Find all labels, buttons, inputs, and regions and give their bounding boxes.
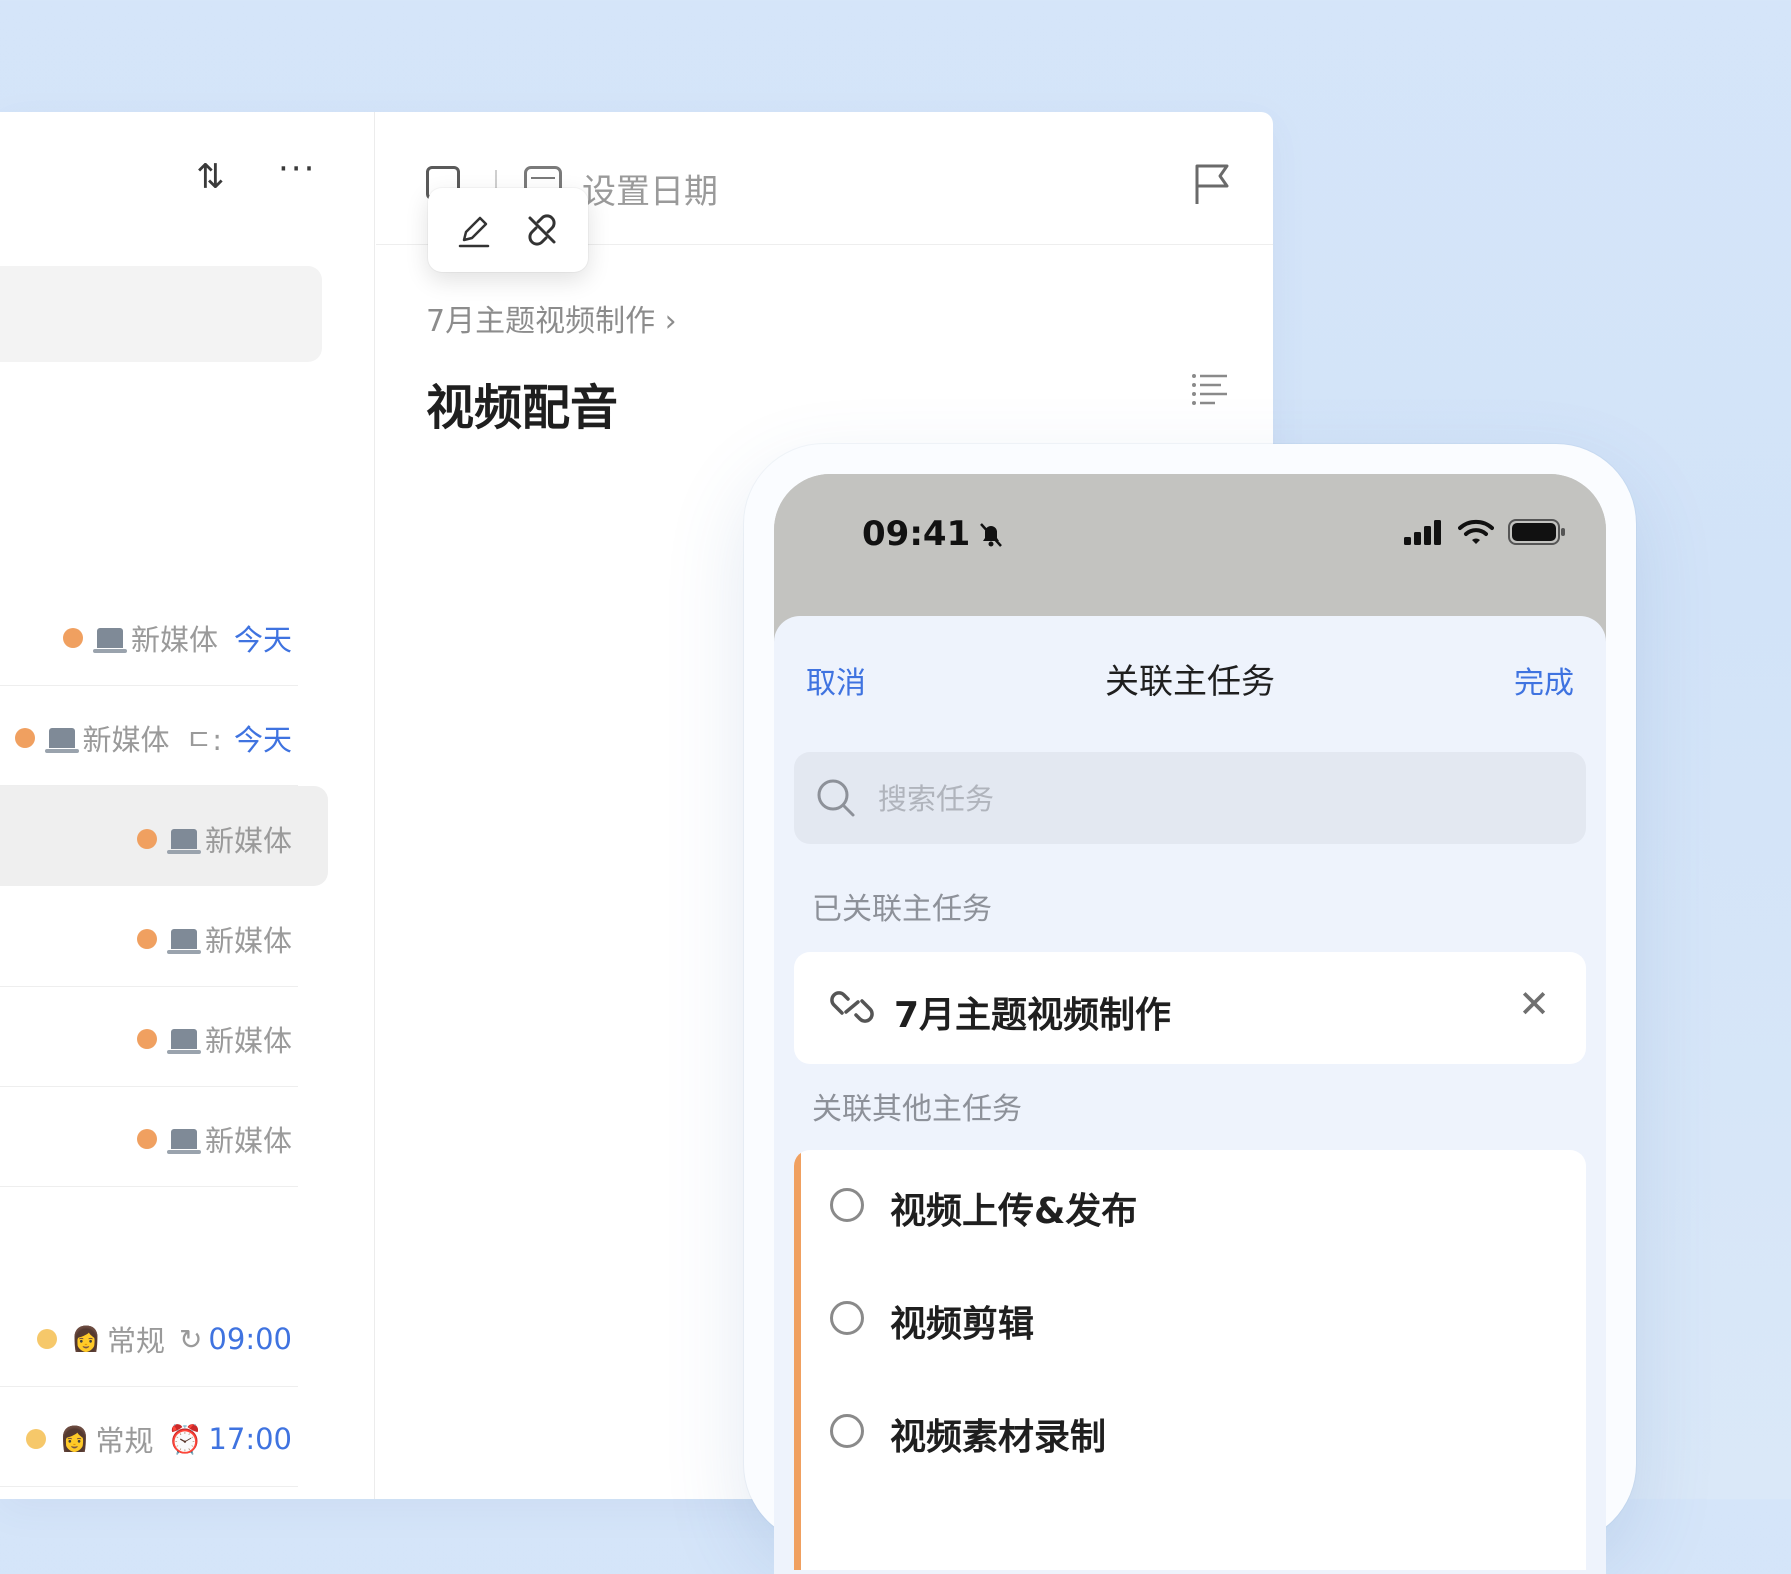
priority-dot [136, 929, 157, 949]
laptop-icon [44, 728, 79, 753]
other-section-label: 关联其他主任务 [812, 1092, 1022, 1127]
wifi-icon [1458, 519, 1494, 544]
task-row[interactable]: 新媒体 今天 [0, 585, 298, 686]
task-date: 今天 [233, 623, 292, 657]
edit-icon[interactable] [454, 210, 494, 250]
bell-muted-icon [980, 523, 1003, 547]
task-extra: ㄷ: [185, 723, 222, 757]
priority-dot [62, 628, 83, 648]
phone-frame: 09:41 取消 关联主任务 完成 搜索任务 已关联主任务 7月主题视频制作 ✕… [744, 444, 1636, 1574]
laptop-icon [166, 1129, 201, 1154]
parent-task-breadcrumb[interactable]: 7月主题视频制作 › [426, 296, 677, 340]
more-icon[interactable]: ··· [278, 152, 316, 186]
task-row[interactable]: 👩 常规 今天 [0, 1486, 298, 1499]
task-name: 视频剪辑 [890, 1304, 1035, 1345]
status-time: 09:41 [862, 514, 971, 554]
search-input[interactable] [876, 774, 1480, 824]
task-name: 视频上传&发布 [890, 1191, 1138, 1232]
person-icon: 👩 [71, 1325, 101, 1353]
task-row[interactable]: 新媒体 [0, 886, 298, 987]
alarm-icon: ⏰ [167, 1422, 203, 1456]
description-icon[interactable] [1191, 372, 1229, 406]
set-date-button[interactable]: 设置日期 [582, 164, 718, 213]
priority-dot [25, 1429, 46, 1449]
priority-dot [14, 728, 35, 748]
list-item[interactable]: 视频剪辑 [794, 1263, 1586, 1376]
laptop-icon [166, 829, 201, 854]
person-icon: 👩 [59, 1425, 90, 1453]
sheet-title: 关联主任务 [1105, 662, 1275, 702]
sort-icon[interactable]: ⇅ [196, 160, 225, 194]
repeat-icon: ↻ [178, 1322, 203, 1356]
search-icon [817, 779, 855, 817]
task-row[interactable]: 👩 常规 ↻ 09:00 [0, 1286, 298, 1387]
task-tag: 新媒体 [204, 924, 292, 958]
laptop-icon [166, 1029, 201, 1054]
status-bar: 09:41 [774, 474, 1606, 616]
priority-dot [136, 829, 157, 849]
task-row[interactable]: 新媒体 [0, 1086, 298, 1187]
list-item[interactable]: 视频上传&发布 [794, 1150, 1586, 1263]
radio-circle[interactable] [830, 1188, 864, 1222]
task-row[interactable]: 新媒体 [0, 986, 298, 1087]
parent-link-popup [428, 188, 588, 272]
other-parent-list: 视频上传&发布 视频剪辑 视频素材录制 [794, 1150, 1586, 1570]
flag-icon[interactable] [1193, 162, 1233, 206]
task-time: 09:00 [208, 1322, 292, 1356]
remove-link-button[interactable]: ✕ [1518, 982, 1550, 1026]
laptop-icon [166, 929, 201, 954]
task-name: 视频素材录制 [890, 1417, 1107, 1458]
linked-section-label: 已关联主任务 [812, 892, 992, 927]
task-row[interactable]: 👩 常规 ⏰ 17:00 [0, 1386, 298, 1487]
task-tag: 常规 [95, 1424, 154, 1458]
priority-dot [136, 1129, 157, 1149]
phone-screen: 09:41 取消 关联主任务 完成 搜索任务 已关联主任务 7月主题视频制作 ✕… [774, 474, 1606, 1574]
task-tag: 新媒体 [204, 1024, 292, 1058]
radio-circle[interactable] [830, 1301, 864, 1335]
sheet-header: 取消 关联主任务 完成 [774, 650, 1606, 710]
task-search-bar[interactable] [794, 752, 1586, 844]
task-time: 17:00 [208, 1422, 292, 1456]
task-list-pane: ⇅ ··· 新媒体 今天 新媒体 ㄷ: 今天 新媒体 新媒体 新媒体 新媒体 👩… [0, 112, 375, 1499]
linked-task-name: 7月主题视频制作 [894, 995, 1172, 1036]
radio-circle[interactable] [830, 1414, 864, 1448]
task-tag: 新媒体 [82, 723, 170, 757]
task-title[interactable]: 视频配音 [426, 368, 618, 438]
signal-icon [1404, 520, 1441, 545]
list-search-bar[interactable] [0, 266, 322, 362]
task-tag: 新媒体 [204, 824, 292, 858]
unlink-icon[interactable] [522, 210, 562, 250]
priority-dot [37, 1329, 58, 1349]
battery-icon [1508, 519, 1565, 545]
task-row-selected[interactable]: 新媒体 [0, 786, 328, 886]
task-row[interactable]: 新媒体 ㄷ: 今天 [0, 685, 298, 786]
task-date: 今天 [233, 723, 292, 757]
link-icon [830, 991, 874, 1023]
laptop-icon [92, 628, 127, 653]
done-button[interactable]: 完成 [1514, 658, 1574, 702]
list-item[interactable]: 视频素材录制 [794, 1376, 1586, 1489]
task-tag: 常规 [106, 1324, 165, 1358]
task-tag: 新媒体 [204, 1124, 292, 1158]
linked-parent-card: 7月主题视频制作 ✕ [794, 952, 1586, 1064]
task-tag: 新媒体 [130, 623, 218, 657]
priority-dot [136, 1029, 157, 1049]
link-parent-sheet: 取消 关联主任务 完成 已关联主任务 7月主题视频制作 ✕ [774, 616, 1606, 1574]
